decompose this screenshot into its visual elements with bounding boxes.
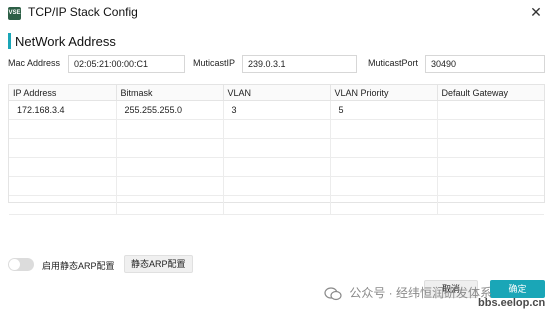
mac-address-label: Mac Address: [8, 58, 61, 68]
static-arp-toggle[interactable]: [8, 258, 34, 271]
table-header-row: IP Address Bitmask VLAN VLAN Priority De…: [9, 85, 544, 101]
cell-bitmask[interactable]: [116, 138, 224, 158]
cell-ip-address[interactable]: [9, 157, 117, 177]
cell-bitmask[interactable]: 255.255.255.0: [116, 100, 224, 120]
table-row[interactable]: [9, 195, 544, 215]
cell-vlan[interactable]: [223, 176, 331, 196]
ip-address-table: IP Address Bitmask VLAN VLAN Priority De…: [8, 84, 545, 215]
title-bar: VSE TCP/IP Stack Config ✕: [0, 0, 553, 26]
watermark-text: 公众号 · 经纬恒润研发体系: [349, 286, 493, 300]
cell-ip-address[interactable]: [9, 119, 117, 139]
column-header-vlan[interactable]: VLAN: [223, 85, 331, 101]
address-fields-row: Mac Address 02:05:21:00:00:C1 MuticastIP…: [0, 55, 553, 75]
column-header-ip-address[interactable]: IP Address: [9, 85, 117, 101]
cell-ip-address[interactable]: 172.168.3.4: [9, 100, 117, 120]
cell-default-gateway[interactable]: [437, 100, 544, 120]
cell-ip-address[interactable]: [9, 138, 117, 158]
cell-default-gateway[interactable]: [437, 195, 544, 215]
cell-vlan-priority[interactable]: [330, 176, 438, 196]
site-watermark: bbs.eelop.cn: [478, 297, 546, 309]
static-arp-row: 启用静态ARP配置 静态ARP配置: [8, 255, 308, 273]
cell-bitmask[interactable]: [116, 176, 224, 196]
toggle-knob: [9, 259, 20, 270]
cell-ip-address[interactable]: [9, 195, 117, 215]
multicast-ip-label: MuticastIP: [193, 58, 236, 68]
cell-bitmask[interactable]: [116, 157, 224, 177]
close-icon: ✕: [530, 4, 542, 20]
multicast-port-label: MuticastPort: [368, 58, 419, 68]
column-header-vlan-priority[interactable]: VLAN Priority: [330, 85, 438, 101]
cell-vlan[interactable]: [223, 195, 331, 215]
app-icon: VSE: [8, 7, 21, 20]
static-arp-config-button[interactable]: 静态ARP配置: [124, 255, 193, 273]
cell-bitmask[interactable]: [116, 119, 224, 139]
cell-vlan[interactable]: [223, 119, 331, 139]
cell-bitmask[interactable]: [116, 195, 224, 215]
window-title: TCP/IP Stack Config: [28, 5, 138, 19]
cell-default-gateway[interactable]: [437, 138, 544, 158]
table-row[interactable]: 172.168.3.4 255.255.255.0 3 5: [9, 100, 544, 120]
table-row[interactable]: [9, 119, 544, 139]
section-header: NetWork Address: [8, 33, 116, 49]
table-row[interactable]: [9, 138, 544, 158]
table-row[interactable]: [9, 176, 544, 196]
close-button[interactable]: ✕: [527, 3, 545, 21]
section-title: NetWork Address: [15, 34, 116, 49]
cell-default-gateway[interactable]: [437, 176, 544, 196]
mac-address-field[interactable]: 02:05:21:00:00:C1: [68, 55, 185, 73]
static-arp-toggle-label: 启用静态ARP配置: [42, 261, 115, 271]
table-row[interactable]: [9, 157, 544, 177]
cell-vlan-priority[interactable]: [330, 195, 438, 215]
column-header-bitmask[interactable]: Bitmask: [116, 85, 224, 101]
cell-default-gateway[interactable]: [437, 157, 544, 177]
watermark: 公众号 · 经纬恒润研发体系: [324, 284, 492, 301]
cell-vlan[interactable]: [223, 138, 331, 158]
cell-default-gateway[interactable]: [437, 119, 544, 139]
multicast-port-field[interactable]: 30490: [425, 55, 545, 73]
cell-vlan[interactable]: 3: [223, 100, 331, 120]
cell-vlan[interactable]: [223, 157, 331, 177]
cell-ip-address[interactable]: [9, 176, 117, 196]
column-header-default-gateway[interactable]: Default Gateway: [437, 85, 544, 101]
cell-vlan-priority[interactable]: [330, 157, 438, 177]
wechat-icon: [324, 287, 342, 300]
multicast-ip-field[interactable]: 239.0.3.1: [242, 55, 357, 73]
cell-vlan-priority[interactable]: [330, 119, 438, 139]
cell-vlan-priority[interactable]: 5: [330, 100, 438, 120]
ok-button[interactable]: 确定: [490, 280, 545, 298]
cell-vlan-priority[interactable]: [330, 138, 438, 158]
